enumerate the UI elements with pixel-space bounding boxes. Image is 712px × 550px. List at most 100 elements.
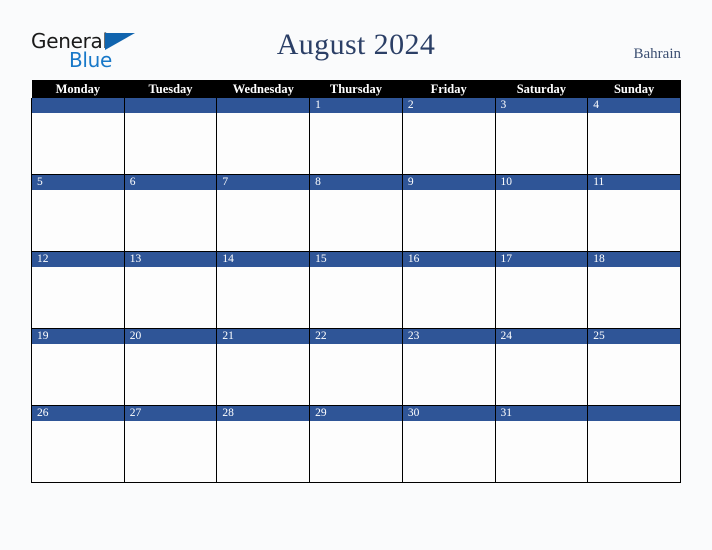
calendar-day-cell[interactable]: 9 [401,174,496,252]
calendar-day-cell[interactable]: 26 [31,405,125,483]
day-content-area[interactable] [310,267,402,327]
calendar-day-cell[interactable]: 28 [216,405,311,483]
weekday-header-row: Monday Tuesday Wednesday Thursday Friday… [31,80,681,98]
day-number: 12 [32,252,124,267]
calendar-day-cell[interactable] [123,98,218,175]
day-number: 4 [588,98,680,113]
day-content-area[interactable] [310,190,402,250]
day-content-area[interactable] [32,190,124,250]
calendar-day-cell[interactable]: 11 [587,174,681,252]
day-content-area[interactable] [588,190,680,250]
weekday-header-thursday: Thursday [309,80,403,98]
day-content-area[interactable] [402,421,495,481]
calendar-day-cell[interactable] [587,405,681,483]
day-content-area[interactable] [402,113,495,173]
day-content-area[interactable] [495,344,588,404]
weekday-header-saturday: Saturday [495,80,588,98]
calendar-day-cell[interactable] [31,98,125,175]
calendar-day-cell[interactable]: 27 [123,405,218,483]
page-header: General Blue August 2024 Bahrain [0,0,712,80]
calendar-day-cell[interactable]: 30 [401,405,496,483]
calendar-day-cell[interactable]: 3 [494,98,589,175]
calendar-day-cell[interactable]: 17 [494,251,589,329]
day-content-area[interactable] [402,190,495,250]
calendar-day-cell[interactable] [216,98,311,175]
calendar-day-cell[interactable]: 16 [401,251,496,329]
day-content-area[interactable] [495,190,588,250]
day-number: 21 [217,329,310,344]
calendar-day-cell[interactable]: 13 [123,251,218,329]
day-content-area[interactable] [310,344,402,404]
day-number: 22 [310,329,402,344]
day-content-area[interactable] [124,113,217,173]
day-number [217,98,310,113]
calendar-day-cell[interactable]: 15 [309,251,403,329]
day-content-area[interactable] [495,267,588,327]
day-content-area[interactable] [217,190,310,250]
calendar-page: General Blue August 2024 Bahrain Monday … [0,0,712,550]
calendar-day-cell[interactable]: 2 [401,98,496,175]
day-content-area[interactable] [32,344,124,404]
day-content-area[interactable] [32,267,124,327]
calendar-day-cell[interactable]: 29 [309,405,403,483]
page-title: August 2024 [276,28,436,61]
day-content-area[interactable] [588,344,680,404]
calendar-week-row: 5 6 7 8 9 10 11 [31,174,681,252]
calendar-week-row: 19 20 21 22 23 24 25 [31,328,681,406]
day-number: 20 [124,329,217,344]
calendar-day-cell[interactable]: 22 [309,328,403,406]
weekday-header-tuesday: Tuesday [124,80,217,98]
calendar-day-cell[interactable]: 19 [31,328,125,406]
day-content-area[interactable] [310,421,402,481]
calendar-day-cell[interactable]: 25 [587,328,681,406]
day-number: 18 [588,252,680,267]
day-content-area[interactable] [217,267,310,327]
calendar-day-cell[interactable]: 18 [587,251,681,329]
calendar-day-cell[interactable]: 7 [216,174,311,252]
day-content-area[interactable] [217,421,310,481]
day-content-area[interactable] [402,344,495,404]
day-content-area[interactable] [588,421,680,481]
calendar-day-cell[interactable]: 20 [123,328,218,406]
day-content-area[interactable] [495,113,588,173]
day-content-area[interactable] [217,344,310,404]
calendar-day-cell[interactable]: 5 [31,174,125,252]
day-number: 7 [217,175,310,190]
day-number: 8 [310,175,402,190]
day-content-area[interactable] [32,113,124,173]
day-number: 14 [217,252,310,267]
day-number: 24 [495,329,588,344]
day-number: 27 [124,406,217,421]
calendar-day-cell[interactable]: 23 [401,328,496,406]
day-number: 1 [310,98,402,113]
calendar-day-cell[interactable]: 4 [587,98,681,175]
day-content-area[interactable] [32,421,124,481]
day-number: 30 [402,406,495,421]
day-content-area[interactable] [217,113,310,173]
day-content-area[interactable] [588,267,680,327]
day-content-area[interactable] [124,421,217,481]
day-content-area[interactable] [124,190,217,250]
day-content-area[interactable] [310,113,402,173]
day-content-area[interactable] [124,267,217,327]
calendar-day-cell[interactable]: 1 [309,98,403,175]
calendar-day-cell[interactable]: 12 [31,251,125,329]
day-content-area[interactable] [588,113,680,173]
day-content-area[interactable] [402,267,495,327]
calendar-day-cell[interactable]: 10 [494,174,589,252]
calendar-day-cell[interactable]: 8 [309,174,403,252]
day-number: 3 [495,98,588,113]
day-content-area[interactable] [495,421,588,481]
day-number: 31 [495,406,588,421]
calendar-day-cell[interactable]: 6 [123,174,218,252]
weekday-header-friday: Friday [402,80,496,98]
day-number: 23 [402,329,495,344]
calendar-day-cell[interactable]: 21 [216,328,311,406]
country-label: Bahrain [633,46,681,62]
calendar-day-cell[interactable]: 14 [216,251,311,329]
calendar-day-cell[interactable]: 31 [494,405,589,483]
day-number: 10 [495,175,588,190]
day-content-area[interactable] [124,344,217,404]
weekday-header-wednesday: Wednesday [216,80,310,98]
calendar-day-cell[interactable]: 24 [494,328,589,406]
